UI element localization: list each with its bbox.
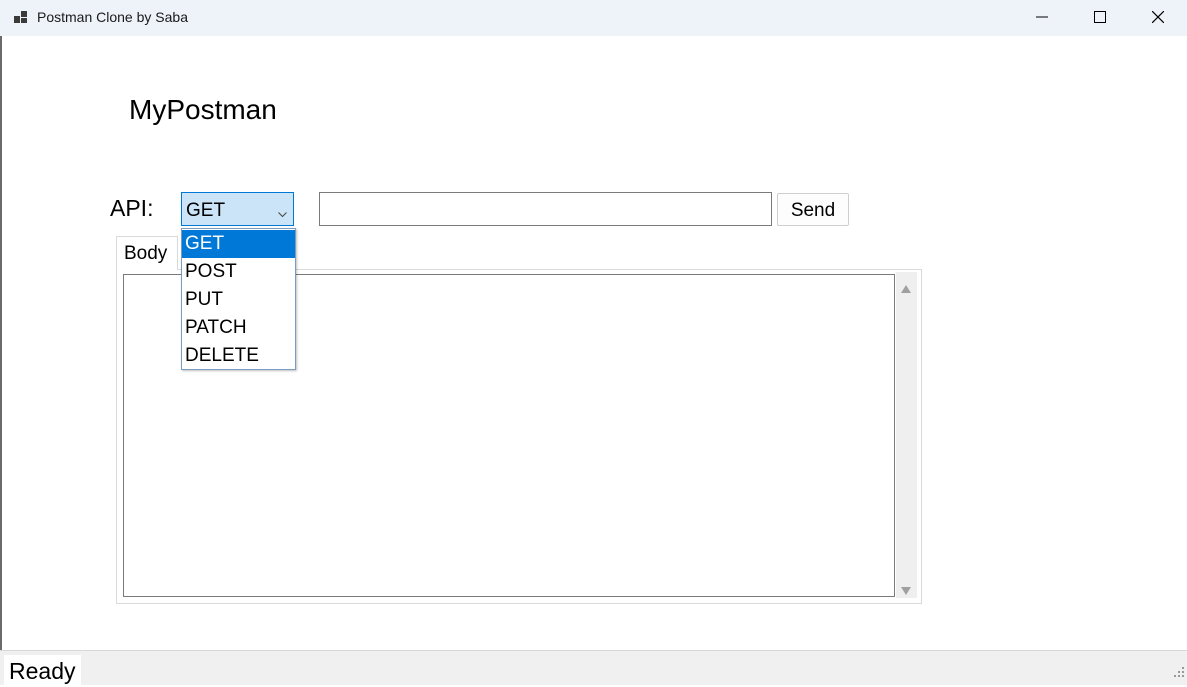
method-dropdown-list: GET POST PUT PATCH DELETE — [181, 228, 296, 370]
minimize-button[interactable] — [1013, 0, 1071, 34]
close-icon — [1152, 11, 1164, 23]
method-select-value: GET — [186, 200, 226, 221]
status-bar: Ready — [0, 650, 1187, 686]
method-option-get[interactable]: GET — [182, 230, 295, 258]
window-edge — [0, 36, 2, 650]
scroll-up-icon[interactable] — [901, 280, 911, 298]
resize-grip-icon[interactable] — [1174, 664, 1184, 682]
method-option-put[interactable]: PUT — [182, 286, 295, 314]
title-bar: Postman Clone by Saba — [0, 0, 1187, 36]
tab-body[interactable]: Body — [116, 236, 178, 270]
window-title: Postman Clone by Saba — [37, 9, 188, 25]
tab-body-label: Body — [124, 243, 168, 264]
vertical-scrollbar[interactable] — [896, 272, 917, 598]
url-input[interactable] — [319, 192, 772, 226]
chevron-down-icon — [278, 205, 287, 223]
close-button[interactable] — [1129, 0, 1187, 34]
maximize-button[interactable] — [1071, 0, 1129, 34]
app-icon — [14, 10, 28, 24]
method-option-patch[interactable]: PATCH — [182, 314, 295, 342]
page-title: MyPostman — [129, 94, 277, 125]
method-option-delete[interactable]: DELETE — [182, 342, 295, 370]
method-option-post[interactable]: POST — [182, 258, 295, 286]
method-select[interactable]: GET — [181, 192, 294, 226]
minimize-icon — [1036, 16, 1048, 18]
send-button[interactable]: Send — [777, 193, 849, 226]
scroll-down-icon[interactable] — [901, 582, 911, 600]
maximize-icon — [1094, 11, 1106, 23]
status-text: Ready — [4, 655, 81, 686]
api-label: API: — [110, 195, 154, 221]
